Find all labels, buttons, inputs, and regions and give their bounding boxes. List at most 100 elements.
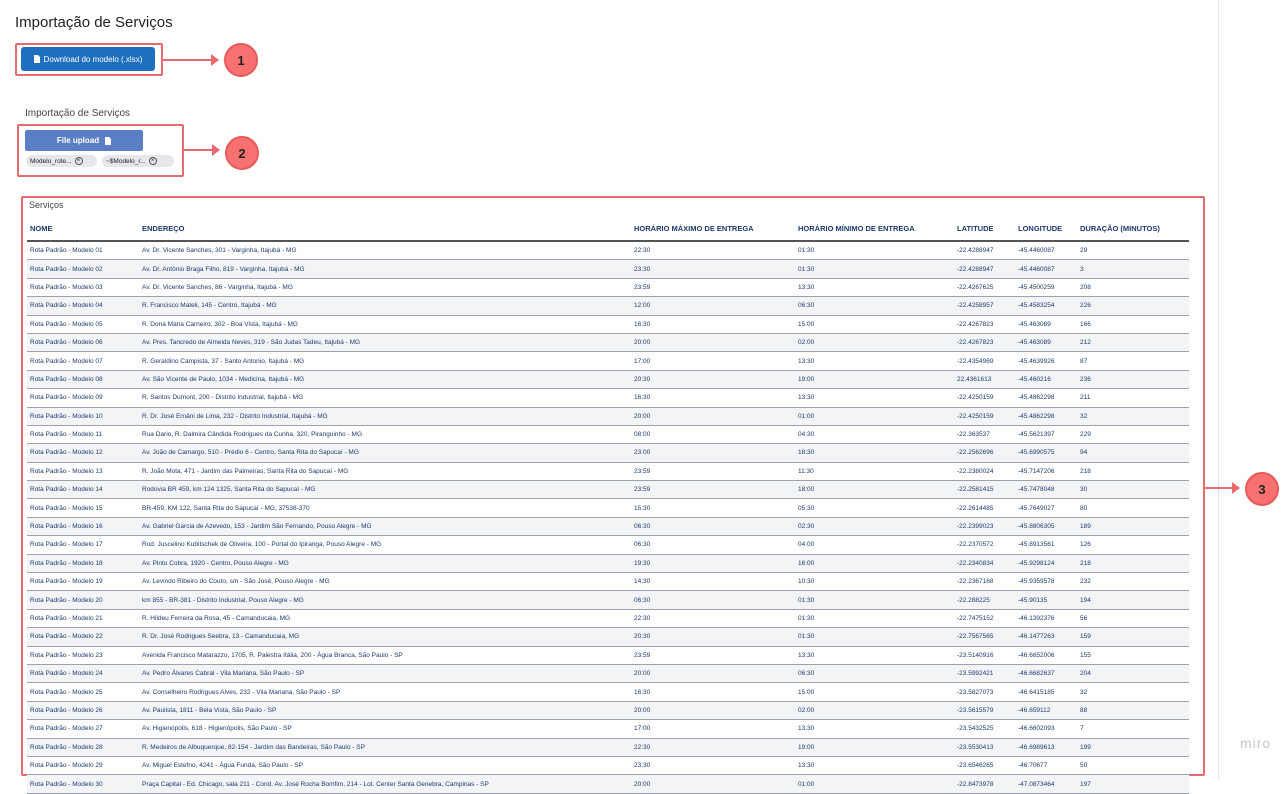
table-cell: R. João Mota, 471 - Jardim das Palmeiras…	[139, 462, 631, 482]
table-cell: 229	[1077, 425, 1189, 445]
table-cell: 94	[1077, 443, 1189, 463]
table-row[interactable]: Rota Padrão - Modelo 12 Av. João de Camar…	[27, 443, 1189, 463]
table-row[interactable]: Rota Padrão - Modelo 18 Av. Pinto Cobra, …	[27, 554, 1189, 574]
table-cell: R. Geraldino Campista, 37 - Santo Antoni…	[139, 351, 631, 371]
table-row[interactable]: Rota Padrão - Modelo 03 Av. Dr. Vicente S…	[27, 278, 1189, 298]
table-cell: 16:30	[631, 315, 795, 334]
table-cell: -45.90135	[1015, 590, 1077, 610]
table-cell: km 855 - BR-381 - Distrito Industrial, P…	[139, 590, 631, 610]
table-cell: 20:00	[631, 333, 795, 353]
table-cell: 32	[1077, 682, 1189, 702]
table-cell: 04:30	[795, 425, 954, 445]
table-row[interactable]: Rota Padrão - Modelo 29 Av. Miguel Estefn…	[27, 756, 1189, 776]
table-cell: 23:59	[631, 278, 795, 298]
table-cell: 23:59	[631, 646, 795, 665]
table-cell: Av. Levindo Ribeiro do Couto, s/n - São …	[139, 572, 631, 592]
table-cell: 29	[1077, 241, 1189, 261]
callout-badge-3: 3	[1245, 472, 1279, 506]
table-row[interactable]: Rota Padrão - Modelo 19 Av. Levindo Ribei…	[27, 572, 1189, 592]
table-cell: Rota Padrão - Modelo 30	[27, 774, 139, 794]
table-row[interactable]: Rota Padrão - Modelo 11 Rua Dario, R. Dal…	[27, 425, 1189, 445]
table-row[interactable]: Rota Padrão - Modelo 13 R. João Mota, 471…	[27, 462, 1189, 482]
table-cell: 197	[1077, 774, 1189, 794]
column-header: HORÁRIO MÍNIMO DE ENTREGA	[795, 216, 954, 242]
table-cell: Rota Padrão - Modelo 16	[27, 517, 139, 537]
table-row[interactable]: Rota Padrão - Modelo 06 Av. Pres. Tancred…	[27, 333, 1189, 353]
table-row[interactable]: Rota Padrão - Modelo 16 Av. Gabriel Garci…	[27, 517, 1189, 537]
table-cell: -22.2562696	[954, 443, 1015, 463]
table-row[interactable]: Rota Padrão - Modelo 27 Av. Higienópolis,…	[27, 719, 1189, 739]
table-cell: 7	[1077, 719, 1189, 739]
table-cell: 16:30	[631, 682, 795, 702]
table-row[interactable]: Rota Padrão - Modelo 05 R. Dona Maria Car…	[27, 315, 1189, 334]
file-upload-button[interactable]: File upload	[25, 130, 143, 151]
table-cell: 20:00	[631, 664, 795, 684]
table-cell: -45.4583254	[1015, 296, 1077, 316]
table-cell: 11:30	[795, 462, 954, 482]
remove-file-icon[interactable]: ×	[74, 157, 83, 165]
table-row[interactable]: Rota Padrão - Modelo 24 Av. Pedro Álvares…	[27, 664, 1189, 684]
table-cell: -22.7567565	[954, 627, 1015, 647]
table-cell: 13:30	[795, 646, 954, 665]
table-cell: 23:30	[631, 259, 795, 279]
table-cell: 155	[1077, 646, 1189, 665]
callout-arrow-1	[161, 54, 219, 66]
table-row[interactable]: Rota Padrão - Modelo 30 Praça Capital - E…	[27, 774, 1189, 794]
table-cell: -22.4267625	[954, 278, 1015, 298]
download-template-button[interactable]: Download do modelo (.xlsx)	[21, 47, 155, 71]
table-cell: Rota Padrão - Modelo 10	[27, 407, 139, 426]
table-cell: -22.2340834	[954, 554, 1015, 574]
miro-watermark: miro	[1240, 735, 1272, 751]
table-cell: Av. Gabriel Garcia de Azevedo, 153 - Jar…	[139, 517, 631, 537]
table-row[interactable]: Rota Padrão - Modelo 14 Rodovia BR 459, k…	[27, 480, 1189, 500]
table-row[interactable]: Rota Padrão - Modelo 10 R. Dr. José Ernân…	[27, 407, 1189, 426]
table-cell: 20:30	[631, 370, 795, 390]
table-cell: Av. Paulista, 1811 - Bela Vista, São Pau…	[139, 701, 631, 721]
table-row[interactable]: Rota Padrão - Modelo 28 R. Medeiros de Al…	[27, 738, 1189, 757]
table-row[interactable]: Rota Padrão - Modelo 22 R. Dr. José Rodri…	[27, 627, 1189, 647]
table-cell: -22.4288947	[954, 259, 1015, 279]
table-cell: Av. Dr. Vicente Sanches, 86 - Varginha, …	[139, 278, 631, 298]
table-row[interactable]: Rota Padrão - Modelo 25 Av. Conselheiro R…	[27, 682, 1189, 702]
callout-arrow-3	[1204, 482, 1240, 494]
table-cell: 23:30	[631, 756, 795, 776]
table-cell: -45.9359578	[1015, 572, 1077, 592]
column-header: NOME	[27, 216, 139, 242]
table-cell: 22:30	[631, 738, 795, 757]
table-cell: -23.5140916	[954, 646, 1015, 665]
table-cell: Rota Padrão - Modelo 17	[27, 535, 139, 555]
table-row[interactable]: Rota Padrão - Modelo 20 km 855 - BR-381 -…	[27, 590, 1189, 610]
table-cell: 87	[1077, 351, 1189, 371]
column-header: ENDEREÇO	[139, 216, 631, 242]
table-cell: 50	[1077, 756, 1189, 776]
table-row[interactable]: Rota Padrão - Modelo 01 Av. Dr. Vicente S…	[27, 241, 1189, 261]
table-row[interactable]: Rota Padrão - Modelo 02 Av. Dr. Antônio B…	[27, 259, 1189, 279]
table-cell: -45.463089	[1015, 315, 1077, 334]
table-cell: -45.8913561	[1015, 535, 1077, 555]
table-cell: 14:30	[631, 572, 795, 592]
table-row[interactable]: Rota Padrão - Modelo 08 Av. São Vicente d…	[27, 370, 1189, 390]
table-row[interactable]: Rota Padrão - Modelo 04 R. Francisco Mate…	[27, 296, 1189, 316]
table-cell: 10:30	[795, 572, 954, 592]
remove-file-icon[interactable]: ×	[148, 157, 157, 165]
table-cell: Praça Capital - Ed. Chicago, sala 211 - …	[139, 774, 631, 794]
table-cell: -22.8473978	[954, 774, 1015, 794]
table-row[interactable]: Rota Padrão - Modelo 17 Rod. Juscelino Ku…	[27, 535, 1189, 555]
table-row[interactable]: Rota Padrão - Modelo 26 Av. Paulista, 181…	[27, 701, 1189, 721]
table-cell: -45.7478048	[1015, 480, 1077, 500]
table-cell: 56	[1077, 609, 1189, 629]
table-cell: Av. Conselheiro Rodrigues Alves, 232 - V…	[139, 682, 631, 702]
table-cell: Rod. Juscelino Kubitschek de Oliveira, 1…	[139, 535, 631, 555]
table-cell: -23.5432525	[954, 719, 1015, 739]
table-cell: 20:00	[631, 774, 795, 794]
table-row[interactable]: Rota Padrão - Modelo 23 Avenida Francisco…	[27, 646, 1189, 665]
table-row[interactable]: Rota Padrão - Modelo 15 BR-459, KM 122, S…	[27, 498, 1189, 518]
table-cell: 06:30	[795, 664, 954, 684]
table-cell: -45.8806305	[1015, 517, 1077, 537]
table-row[interactable]: Rota Padrão - Modelo 21 R. Hildeu Ferreir…	[27, 609, 1189, 629]
table-row[interactable]: Rota Padrão - Modelo 09 R. Santos Dumont,…	[27, 388, 1189, 408]
table-cell: 13:30	[795, 278, 954, 298]
table-row[interactable]: Rota Padrão - Modelo 07 R. Geraldino Camp…	[27, 351, 1189, 371]
table-cell: Rota Padrão - Modelo 20	[27, 590, 139, 610]
table-cell: -46.6652006	[1015, 646, 1077, 665]
